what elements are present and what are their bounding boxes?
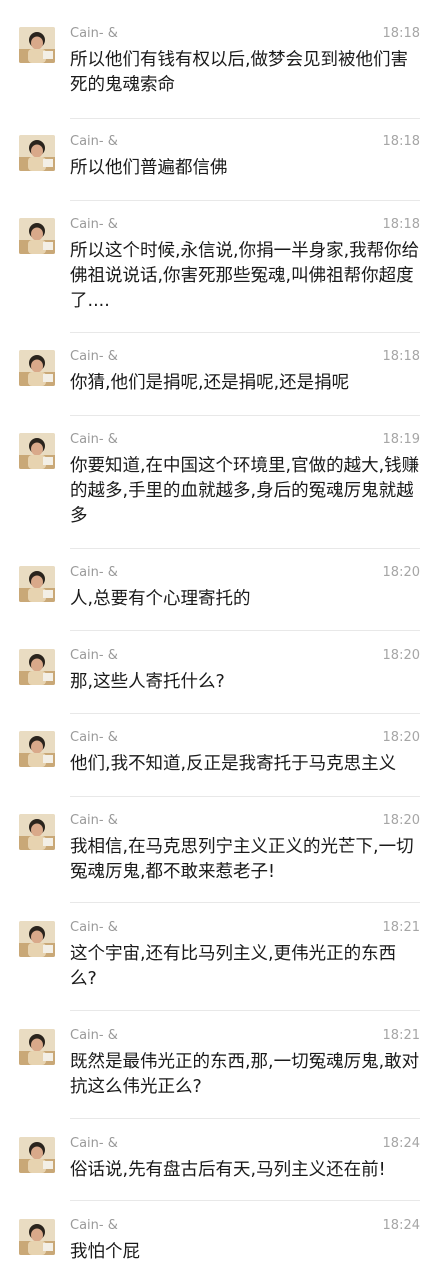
avatar[interactable] — [19, 1137, 55, 1173]
avatar[interactable] — [19, 814, 55, 850]
message-divider — [70, 796, 420, 797]
message-text: 既然是最伟光正的东西,那,一切冤魂厉鬼,敢对抗这么伟光正么? — [70, 1052, 420, 1097]
message-divider — [70, 415, 420, 416]
avatar[interactable] — [19, 921, 55, 957]
message-timestamp: 18:21 — [382, 920, 420, 935]
message-divider — [70, 1118, 420, 1119]
sender-name[interactable]: Cain- & — [70, 566, 118, 580]
message-timestamp: 18:21 — [382, 1028, 420, 1043]
sender-name[interactable]: Cain- & — [70, 350, 118, 364]
avatar[interactable] — [19, 27, 55, 63]
sender-name[interactable]: Cain- & — [70, 1137, 118, 1151]
message-divider — [70, 902, 420, 903]
message-timestamp: 18:20 — [382, 565, 420, 580]
message-text: 他们,我不知道,反正是我寄托于马克思主义 — [70, 754, 397, 774]
message-timestamp: 18:20 — [382, 730, 420, 745]
message-timestamp: 18:18 — [382, 217, 420, 232]
avatar[interactable] — [19, 135, 55, 171]
sender-name[interactable]: Cain- & — [70, 1029, 118, 1043]
message-divider — [70, 713, 420, 714]
sender-name[interactable]: Cain- & — [70, 921, 118, 935]
avatar[interactable] — [19, 1029, 55, 1065]
message-text: 俗话说,先有盘古后有天,马列主义还在前! — [70, 1160, 386, 1180]
message-text: 这个宇宙,还有比马列主义,更伟光正的东西么? — [70, 944, 397, 989]
message-text: 那,这些人寄托什么? — [70, 672, 225, 692]
message-timestamp: 18:18 — [382, 26, 420, 41]
message-divider — [70, 1010, 420, 1011]
avatar[interactable] — [19, 350, 55, 386]
message-timestamp: 18:19 — [382, 432, 420, 447]
sender-name[interactable]: Cain- & — [70, 433, 118, 447]
message-timestamp: 18:20 — [382, 813, 420, 828]
avatar[interactable] — [19, 1219, 55, 1255]
message-divider — [70, 548, 420, 549]
sender-name[interactable]: Cain- & — [70, 1219, 118, 1233]
message-divider — [70, 118, 420, 119]
message-text: 人,总要有个心理寄托的 — [70, 589, 251, 609]
message-text: 我怕个屁 — [70, 1242, 140, 1262]
message-text: 你要知道,在中国这个环境里,官做的越大,钱赚的越多,手里的血就越多,身后的冤魂厉… — [70, 456, 420, 526]
avatar[interactable] — [19, 649, 55, 685]
avatar[interactable] — [19, 218, 55, 254]
chat-message-list[interactable]: Cain- & 18:18 所以他们有钱有权以后,做梦会见到被他们害死的鬼魂索命 Ca… — [0, 0, 438, 1280]
message-timestamp: 18:18 — [382, 349, 420, 364]
message-timestamp: 18:20 — [382, 648, 420, 663]
message-text: 所以他们有钱有权以后,做梦会见到被他们害死的鬼魂索命 — [70, 50, 409, 95]
avatar[interactable] — [19, 433, 55, 469]
avatar[interactable] — [19, 566, 55, 602]
sender-name[interactable]: Cain- & — [70, 27, 118, 41]
message-text: 你猜,他们是捐呢,还是捐呢,还是捐呢 — [70, 373, 350, 393]
sender-name[interactable]: Cain- & — [70, 135, 118, 149]
message-timestamp: 18:24 — [382, 1218, 420, 1233]
sender-name[interactable]: Cain- & — [70, 731, 118, 745]
message-divider — [70, 200, 420, 201]
sender-name[interactable]: Cain- & — [70, 814, 118, 828]
message-timestamp: 18:18 — [382, 134, 420, 149]
avatar[interactable] — [19, 731, 55, 767]
sender-name[interactable]: Cain- & — [70, 218, 118, 232]
message-text: 我相信,在马克思列宁主义正义的光芒下,一切冤魂厉鬼,都不敢来惹老子! — [70, 837, 414, 882]
message-divider — [70, 1200, 420, 1201]
message-text: 所以这个时候,永信说,你捐一半身家,我帮你给佛祖说说话,你害死那些冤魂,叫佛祖帮… — [70, 241, 420, 311]
sender-name[interactable]: Cain- & — [70, 649, 118, 663]
message-divider — [70, 630, 420, 631]
message-timestamp: 18:24 — [382, 1136, 420, 1151]
message-text: 所以他们普遍都信佛 — [70, 158, 228, 178]
message-divider — [70, 332, 420, 333]
